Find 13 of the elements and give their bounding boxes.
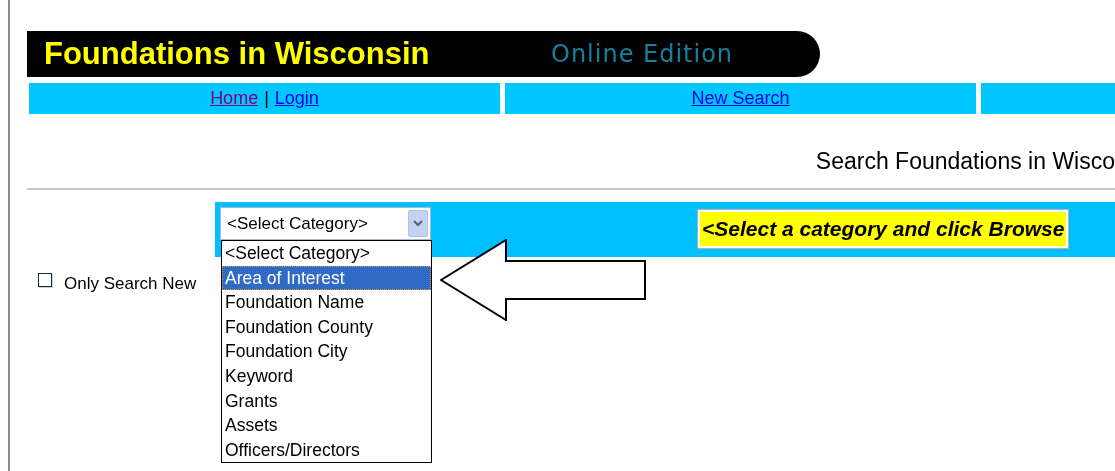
site-title: Foundations in Wisconsin <box>44 36 431 72</box>
separator: | <box>264 88 269 109</box>
nav-link[interactable]: Home <box>210 88 259 109</box>
page-heading: Search Foundations in Wisco <box>815 147 1115 175</box>
checkbox-label: Only Search New <box>64 274 197 294</box>
nav-link[interactable]: New Search <box>691 88 790 109</box>
edition-label: Online Edition <box>551 40 734 68</box>
instruction-message: <Select a category and click Browse <box>697 209 1070 249</box>
checkbox[interactable] <box>38 273 52 287</box>
nav-link[interactable]: Login <box>274 88 319 109</box>
dropdown-option[interactable]: Area of Interest <box>222 265 431 291</box>
chevron-down-icon[interactable] <box>408 210 428 237</box>
category-select[interactable]: <Select Category> <box>220 207 431 240</box>
